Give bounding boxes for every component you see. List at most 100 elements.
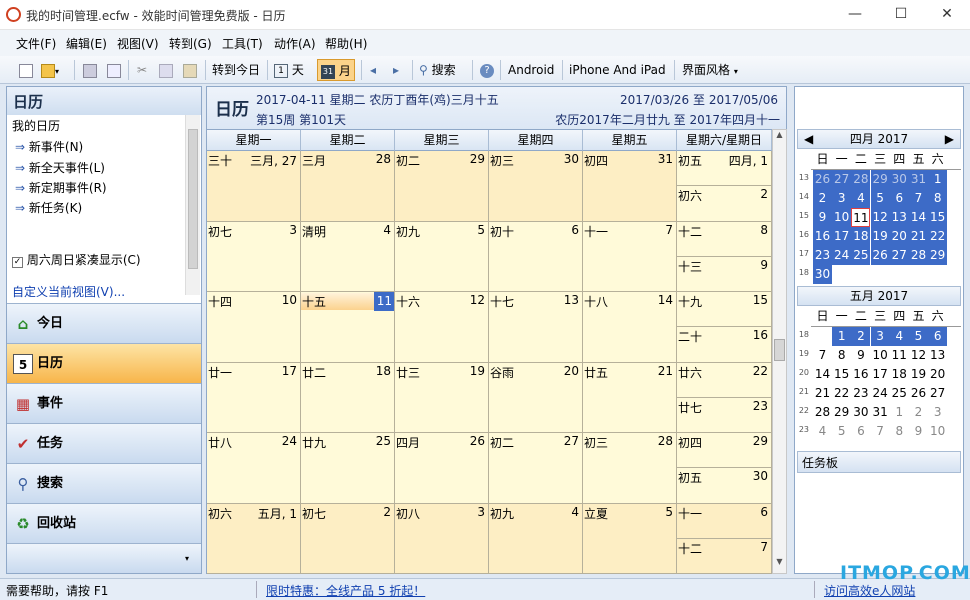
- menu-view[interactable]: 视图(V): [117, 35, 159, 52]
- day-cell[interactable]: 三十 三月, 27: [207, 151, 301, 222]
- day-view-button[interactable]: 1 天: [271, 59, 307, 81]
- nav-more-chevron-icon[interactable]: ▾: [7, 543, 201, 573]
- mini-day[interactable]: 4: [813, 422, 832, 441]
- mini-day[interactable]: 11: [851, 208, 871, 227]
- mini-day[interactable]: 10: [832, 208, 852, 227]
- calendar-scrollbar[interactable]: ▲ ▼: [772, 129, 787, 574]
- mini-day[interactable]: 21: [813, 384, 832, 403]
- mini-day[interactable]: 6: [889, 189, 909, 208]
- mini-day[interactable]: 11: [890, 346, 909, 365]
- mini-day[interactable]: 8: [928, 189, 948, 208]
- day-cell[interactable]: 四月 26: [395, 433, 489, 504]
- nav-recycle-bin[interactable]: ♻ 回收站: [7, 503, 201, 543]
- menu-file[interactable]: 文件(F): [16, 35, 56, 52]
- action-new-task[interactable]: ⇒ 新任务(K): [15, 199, 82, 216]
- mini-day[interactable]: 17: [871, 365, 890, 384]
- mini-day[interactable]: 5: [832, 422, 851, 441]
- android-button[interactable]: Android: [505, 59, 557, 81]
- paste-icon[interactable]: [180, 59, 200, 81]
- mini-day[interactable]: 28: [813, 403, 832, 422]
- mini-day[interactable]: 27: [928, 384, 947, 403]
- day-cell[interactable]: 十六 12: [395, 292, 489, 363]
- mini-day[interactable]: 5: [870, 189, 890, 208]
- day-cell[interactable]: 初二 27: [489, 433, 583, 504]
- day-cell[interactable]: 十八 14: [583, 292, 677, 363]
- day-cell[interactable]: 清明 4: [301, 221, 395, 292]
- nav-calendar[interactable]: 5 日历: [7, 343, 201, 383]
- mini-day[interactable]: 28: [909, 246, 928, 265]
- action-new-allday-event[interactable]: ⇒ 新全天事件(L): [15, 159, 105, 176]
- day-cell[interactable]: 廿三 19: [395, 362, 489, 433]
- day-cell[interactable]: 三月 28: [301, 151, 395, 222]
- minimize-button[interactable]: —: [832, 0, 878, 30]
- day-cell[interactable]: 初七 3: [207, 221, 301, 292]
- weekend-compact-checkbox[interactable]: ✓ 周六周日紧凑显示(C): [12, 251, 141, 268]
- mini-day[interactable]: 30: [851, 403, 870, 422]
- day-cell[interactable]: 初九 5: [395, 221, 489, 292]
- mini-day[interactable]: 19: [870, 227, 890, 246]
- sunday-cell[interactable]: 十三 9: [677, 256, 772, 292]
- mini-day[interactable]: 14: [909, 208, 928, 227]
- left-scrollbar[interactable]: [185, 115, 200, 295]
- action-new-recurring-event[interactable]: ⇒ 新定期事件(R): [15, 179, 107, 196]
- mini-day[interactable]: 6: [851, 422, 870, 441]
- mini-day[interactable]: 7: [871, 422, 890, 441]
- mini-day[interactable]: 26: [909, 384, 928, 403]
- close-button[interactable]: ✕: [924, 0, 970, 30]
- mini-day[interactable]: 22: [928, 227, 948, 246]
- taskboard-header[interactable]: 任务板: [797, 451, 961, 473]
- mini-day[interactable]: 26: [813, 170, 832, 189]
- mini-day[interactable]: 25: [851, 246, 871, 265]
- mini-day[interactable]: 31: [871, 403, 890, 422]
- day-cell[interactable]: 初十 6: [489, 221, 583, 292]
- mini-day[interactable]: 24: [832, 246, 852, 265]
- day-cell[interactable]: 初三 28: [583, 433, 677, 504]
- day-cell[interactable]: 十一 7: [583, 221, 677, 292]
- mini-day[interactable]: 17: [832, 227, 852, 246]
- menu-help[interactable]: 帮助(H): [325, 35, 367, 52]
- mini-day[interactable]: 1: [890, 403, 909, 422]
- mini-day[interactable]: 2: [909, 403, 928, 422]
- mini-day[interactable]: 13: [889, 208, 909, 227]
- mini-day[interactable]: 1: [928, 170, 948, 189]
- mini-day[interactable]: 1: [832, 327, 852, 346]
- copy-icon[interactable]: [156, 59, 176, 81]
- mini-day[interactable]: 20: [928, 365, 947, 384]
- day-cell[interactable]: 初六 五月, 1: [207, 503, 301, 574]
- skin-menu-button[interactable]: 界面风格 ▾: [679, 59, 741, 81]
- iphone-ipad-button[interactable]: iPhone And iPad: [566, 59, 669, 81]
- search-button[interactable]: ⚲ 搜索: [416, 59, 459, 81]
- custom-view-link[interactable]: 自定义当前视图(V)...: [12, 283, 125, 300]
- mini-day[interactable]: 9: [813, 208, 832, 227]
- mini-day[interactable]: 3: [870, 327, 890, 346]
- mini-day[interactable]: 4: [851, 189, 871, 208]
- day-cell[interactable]: 初九 4: [489, 503, 583, 574]
- goto-today-button[interactable]: 转到今日: [209, 59, 263, 81]
- saturday-cell[interactable]: 初五 四月, 1: [677, 151, 772, 187]
- maximize-button[interactable]: ☐: [878, 0, 924, 30]
- day-cell[interactable]: 初二 29: [395, 151, 489, 222]
- day-cell[interactable]: 廿一 17: [207, 362, 301, 433]
- mini-day[interactable]: 23: [851, 384, 870, 403]
- cut-icon[interactable]: ✂: [134, 59, 150, 81]
- mini-day[interactable]: 10: [871, 346, 890, 365]
- mini-day[interactable]: 24: [871, 384, 890, 403]
- mini-day[interactable]: 3: [832, 189, 852, 208]
- mini-day[interactable]: 20: [889, 227, 909, 246]
- print-preview-icon[interactable]: [104, 59, 124, 81]
- nav-tasks[interactable]: ✔ 任务: [7, 423, 201, 463]
- mini-day[interactable]: 5: [909, 327, 928, 346]
- saturday-cell[interactable]: 廿六 22: [677, 362, 772, 398]
- day-cell[interactable]: 谷雨 20: [489, 362, 583, 433]
- mini-day[interactable]: 7: [813, 346, 832, 365]
- day-cell[interactable]: 初八 3: [395, 503, 489, 574]
- saturday-cell[interactable]: 十九 15: [677, 292, 772, 328]
- menu-edit[interactable]: 编辑(E): [66, 35, 107, 52]
- nav-search[interactable]: ⚲ 搜索: [7, 463, 201, 503]
- mini-day[interactable]: 13: [928, 346, 947, 365]
- mini-day[interactable]: 27: [832, 170, 852, 189]
- mini-day[interactable]: 19: [909, 365, 928, 384]
- saturday-cell[interactable]: 初四 29: [677, 433, 772, 469]
- day-cell[interactable]: 廿二 18: [301, 362, 395, 433]
- mini-day[interactable]: 29: [870, 170, 890, 189]
